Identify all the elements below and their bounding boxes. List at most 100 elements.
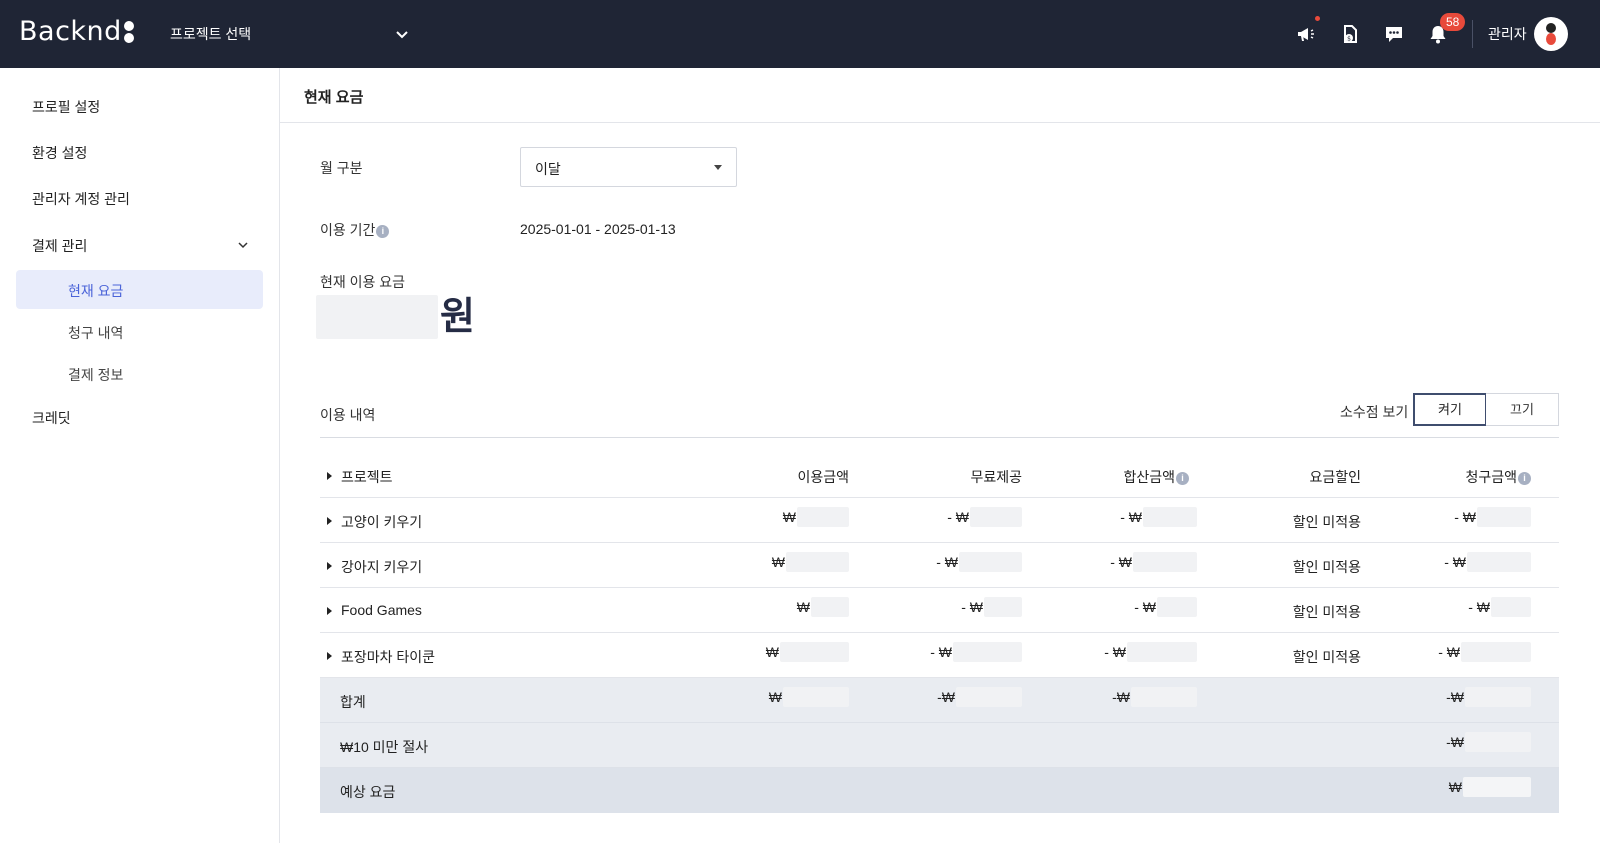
info-icon[interactable]: i [1176, 471, 1189, 485]
project-name: 강아지 키우기 [341, 559, 423, 575]
main-header: 현재 요금 [280, 68, 1600, 123]
redacted-amount [1467, 552, 1531, 572]
table-row[interactable]: Food Games ₩ - ₩ - ₩ 할인 미적용 - ₩ [320, 588, 1559, 633]
document-money-icon[interactable]: $ [1338, 22, 1362, 46]
megaphone-new-dot [1315, 16, 1320, 21]
sidebar-item-admin-accounts[interactable]: 관리자 계정 관리 [32, 189, 130, 209]
header-subtotal-text: 합산금액 [1123, 469, 1175, 485]
redacted-amount [1465, 687, 1531, 707]
billed-amount: - ₩ [1438, 642, 1531, 662]
truncation-billed-amount: -₩ [1446, 732, 1531, 752]
notification-count-badge: 58 [1440, 13, 1466, 31]
sidebar-item-profile[interactable]: 프로필 설정 [32, 97, 100, 117]
redacted-amount [1143, 507, 1197, 527]
redacted-amount [786, 552, 849, 572]
period-label: 이용 기간 i [320, 220, 390, 240]
topbar-divider [1472, 20, 1473, 48]
chevron-down-icon[interactable] [236, 238, 250, 252]
subtotal-amount: - ₩ [1120, 507, 1197, 527]
estimate-row: 예상 요금 ₩ [320, 768, 1559, 813]
subtotal-amount: - ₩ [1110, 552, 1197, 572]
sidebar-item-invoices[interactable]: 청구 내역 [68, 323, 123, 343]
usage-amount: ₩ [766, 642, 849, 662]
sidebar-item-credit[interactable]: 크레딧 [32, 408, 71, 428]
usage-amount: ₩ [783, 507, 849, 527]
redacted-amount [780, 642, 849, 662]
total-subtotal-amount: -₩ [1112, 687, 1197, 707]
free-amount: - ₩ [961, 597, 1022, 617]
table-row[interactable]: 고양이 키우기 ₩ - ₩ - ₩ 할인 미적용 - ₩ [320, 498, 1559, 543]
sidebar-item-environment[interactable]: 환경 설정 [32, 143, 87, 163]
total-row: 합계 ₩ -₩ -₩ -₩ [320, 678, 1559, 723]
header-subtotal: 합산금액 i [1123, 467, 1189, 487]
notification-bell-icon[interactable]: 58 [1426, 13, 1466, 46]
table-row[interactable]: 포장마차 타이쿤 ₩ - ₩ - ₩ 할인 미적용 - ₩ [320, 633, 1559, 678]
project-select-dropdown[interactable]: 프로젝트 선택 [170, 22, 410, 46]
redacted-amount [970, 507, 1022, 527]
backnd-logo[interactable]: Backnd [19, 16, 134, 47]
admin-name[interactable]: 관리자 [1488, 24, 1527, 44]
won-unit: 원 [440, 296, 475, 338]
top-icon-group: $ 58 [1294, 13, 1466, 46]
current-fee-label: 현재 이용 요금 [320, 274, 406, 290]
header-billed-text: 청구금액 [1465, 469, 1517, 485]
discount-status: 할인 미적용 [1292, 604, 1361, 620]
expand-triangle-icon[interactable] [327, 652, 332, 660]
header-discount: 요금할인 [1309, 469, 1361, 485]
expand-triangle-icon[interactable] [327, 517, 332, 525]
usage-amount: ₩ [797, 597, 849, 617]
decimal-on-button[interactable]: 켜기 [1413, 393, 1487, 426]
redacted-amount [316, 295, 438, 339]
expand-all-triangle-icon[interactable] [327, 472, 332, 480]
currency-symbol: - ₩ [1110, 554, 1132, 570]
expand-triangle-icon[interactable] [327, 562, 332, 570]
info-icon[interactable]: i [1518, 471, 1531, 485]
currency-symbol: -₩ [937, 689, 955, 705]
redacted-amount [1133, 552, 1197, 572]
estimate-billed-amount: ₩ [1449, 777, 1531, 797]
chevron-down-icon [396, 31, 408, 39]
redacted-amount [797, 507, 849, 527]
usage-details-label: 이용 내역 [320, 407, 376, 423]
logo-mark-icon [123, 20, 134, 43]
project-name: 고양이 키우기 [341, 514, 423, 530]
currency-symbol: - ₩ [1134, 599, 1156, 615]
currency-symbol: ₩ [782, 509, 796, 525]
redacted-amount [1477, 507, 1531, 527]
project-name: Food Games [341, 602, 422, 618]
currency-symbol: ₩ [796, 599, 810, 615]
chat-icon[interactable] [1382, 22, 1406, 46]
currency-symbol: -₩ [1112, 689, 1130, 705]
month-select[interactable]: 이달 [520, 147, 737, 187]
sidebar-item-current-fee[interactable]: 현재 요금 [68, 281, 123, 301]
megaphone-icon[interactable] [1294, 16, 1320, 46]
header-free: 무료제공 [970, 469, 1022, 485]
sidebar-item-billing[interactable]: 결제 관리 [32, 236, 87, 256]
currency-symbol: ₩ [765, 644, 779, 660]
section-divider [320, 437, 1559, 438]
caret-down-icon [714, 165, 722, 170]
total-usage-amount: ₩ [769, 687, 849, 707]
currency-symbol: ₩ [768, 689, 782, 705]
header-usage: 이용금액 [797, 469, 849, 485]
header-project: 프로젝트 [341, 469, 393, 485]
logo-text: Backnd [19, 16, 122, 47]
expand-triangle-icon[interactable] [327, 607, 332, 615]
avatar[interactable] [1534, 17, 1568, 51]
header-billed: 청구금액 i [1465, 467, 1531, 487]
currency-symbol: - ₩ [936, 554, 958, 570]
subtotal-amount: - ₩ [1104, 642, 1197, 662]
table-row[interactable]: 강아지 키우기 ₩ - ₩ - ₩ 할인 미적용 - ₩ [320, 543, 1559, 588]
sidebar-item-payment-info[interactable]: 결제 정보 [68, 365, 123, 385]
decimal-off-button[interactable]: 끄기 [1486, 393, 1559, 426]
currency-symbol: - ₩ [930, 644, 952, 660]
redacted-amount [1157, 597, 1197, 617]
estimate-label: 예상 요금 [340, 784, 396, 800]
redacted-amount [783, 687, 849, 707]
billed-amount: - ₩ [1454, 507, 1531, 527]
redacted-amount [959, 552, 1022, 572]
free-amount: - ₩ [936, 552, 1022, 572]
free-amount: - ₩ [930, 642, 1022, 662]
current-fee-amount: 원 [316, 295, 475, 339]
info-icon[interactable]: i [376, 224, 390, 238]
